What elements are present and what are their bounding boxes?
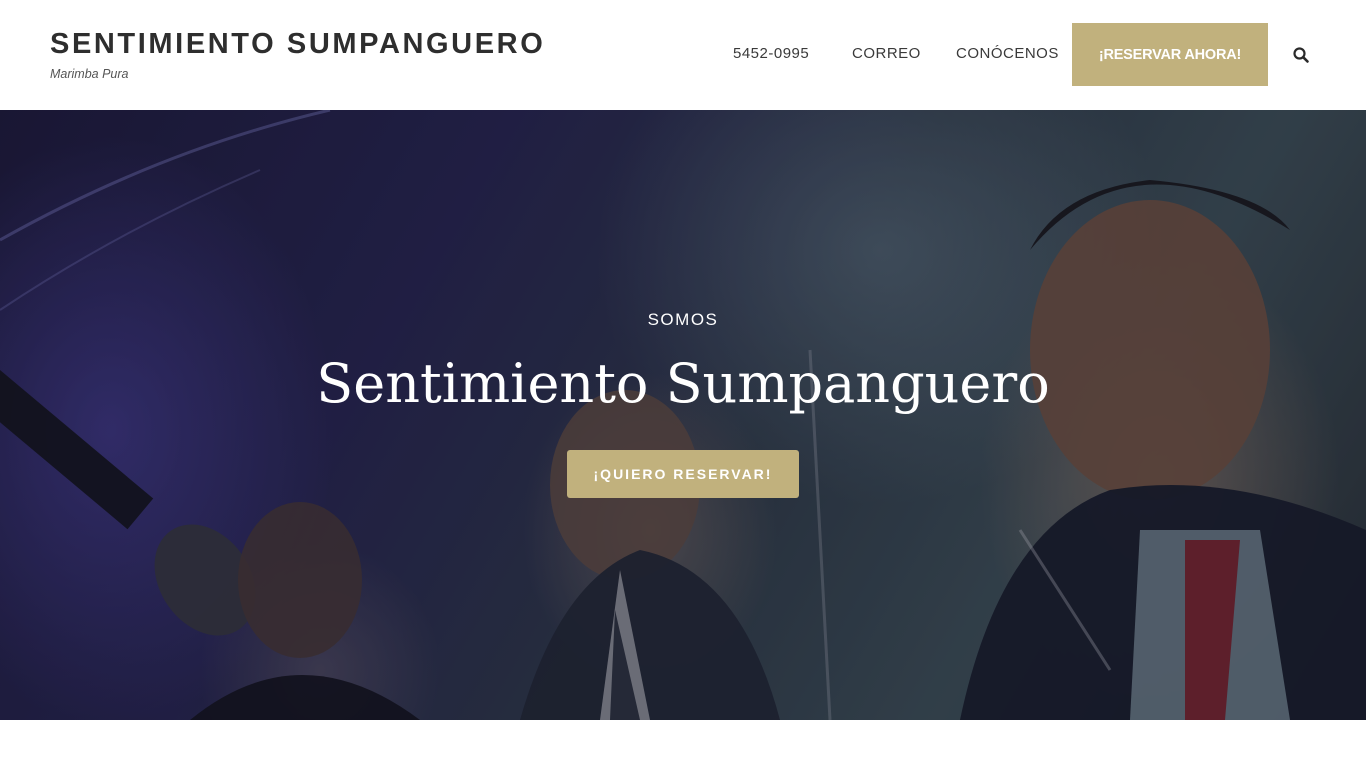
main-nav: 5452-0995 CORREO CONÓCENOS ¡RESERVAR AHO… — [0, 0, 1366, 110]
hero-section: SOMOS Sentimiento Sumpanguero ¡QUIERO RE… — [0, 110, 1366, 720]
quiero-reservar-button[interactable]: ¡QUIERO RESERVAR! — [567, 450, 799, 498]
search-icon[interactable] — [1292, 46, 1310, 64]
nav-phone-link[interactable]: 5452-0995 — [733, 44, 809, 64]
hero-content: SOMOS Sentimiento Sumpanguero ¡QUIERO RE… — [0, 110, 1366, 720]
nav-correo-link[interactable]: CORREO — [852, 44, 921, 64]
reservar-ahora-button[interactable]: ¡RESERVAR AHORA! — [1072, 23, 1268, 86]
hero-title: Sentimiento Sumpanguero — [316, 352, 1050, 415]
nav-conocenos-link[interactable]: CONÓCENOS — [956, 44, 1059, 64]
hero-kicker: SOMOS — [647, 310, 719, 329]
site-header: SENTIMIENTO SUMPANGUERO Marimba Pura 545… — [0, 0, 1366, 110]
